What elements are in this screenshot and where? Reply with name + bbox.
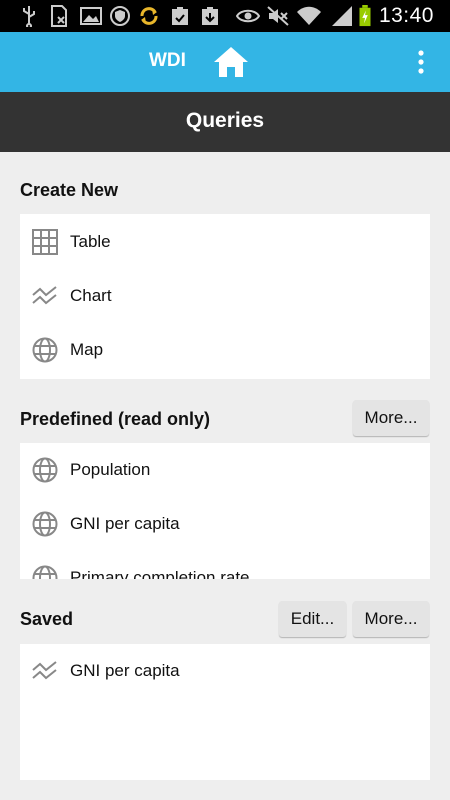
create-table-item[interactable]: Table <box>20 215 430 269</box>
sim-icon <box>51 5 67 27</box>
globe-icon <box>32 511 58 537</box>
predefined-item-primary-completion[interactable]: Primary completion rate <box>20 551 430 579</box>
create-map-item[interactable]: Map <box>20 323 430 377</box>
predefined-header: Predefined (read only) <box>20 409 211 429</box>
status-bar: 13:40 <box>0 0 450 32</box>
item-label: Table <box>70 232 111 251</box>
signal-icon <box>332 6 352 26</box>
item-label: Population <box>70 460 151 479</box>
app-title[interactable]: WDI <box>149 50 186 72</box>
battery-charging-icon <box>359 5 371 27</box>
eye-icon <box>236 9 260 23</box>
shield-icon <box>110 6 130 26</box>
globe-icon <box>32 457 58 483</box>
home-icon[interactable] <box>212 45 250 79</box>
download-icon <box>202 7 218 25</box>
saved-item-gni[interactable]: GNI per capita <box>20 644 430 698</box>
item-label: Chart <box>70 286 112 305</box>
item-label: GNI per capita <box>70 514 180 533</box>
status-time: 13:40 <box>378 4 434 27</box>
mute-icon <box>267 6 289 26</box>
wifi-icon <box>297 6 321 25</box>
saved-header: Saved <box>20 609 74 629</box>
saved-more-button[interactable]: More... <box>353 601 429 637</box>
action-bar: WDI <box>0 32 450 92</box>
clipboard-icon <box>172 7 188 25</box>
overflow-menu-icon[interactable] <box>416 50 426 74</box>
create-new-header: Create New <box>20 180 119 200</box>
sync-icon <box>140 7 158 25</box>
create-new-list: Table Chart Map <box>20 214 430 379</box>
predefined-more-button[interactable]: More... <box>353 400 429 436</box>
predefined-list: Population GNI per capita Primary comple… <box>20 443 430 579</box>
item-label: GNI per capita <box>70 661 180 680</box>
chart-icon <box>32 286 57 305</box>
image-icon <box>80 7 102 25</box>
globe-icon <box>32 565 58 579</box>
create-chart-item[interactable]: Chart <box>20 269 430 323</box>
item-label: Primary completion rate <box>70 568 250 579</box>
table-icon <box>32 229 58 255</box>
globe-icon <box>32 337 58 363</box>
item-label: Map <box>70 340 104 359</box>
page-title: Queries <box>185 109 265 132</box>
usb-icon <box>23 6 35 27</box>
predefined-item-population[interactable]: Population <box>20 443 430 497</box>
saved-list: GNI per capita <box>20 644 430 780</box>
predefined-item-gni[interactable]: GNI per capita <box>20 497 430 551</box>
page-title-bar: Queries <box>0 92 450 152</box>
chart-icon <box>32 661 57 680</box>
saved-edit-button[interactable]: Edit... <box>279 601 346 637</box>
